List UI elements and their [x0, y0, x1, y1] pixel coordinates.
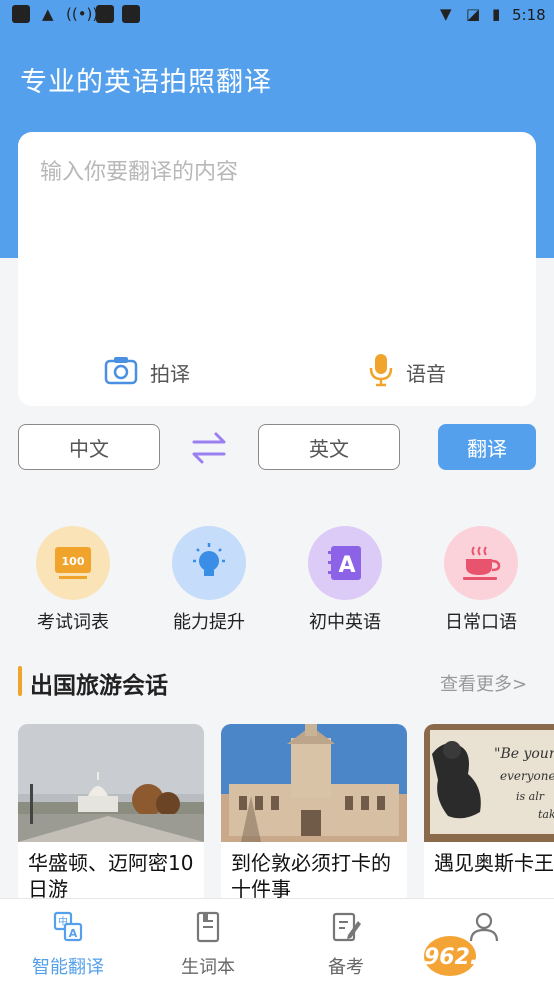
translate-icon: 中 A — [53, 911, 83, 942]
category-daily-speech[interactable]: 日常口语 — [426, 526, 536, 636]
swap-arrows-icon — [192, 432, 226, 464]
nav-tab-exam[interactable]: 备考 — [286, 899, 406, 986]
score-board-icon: 100 — [36, 526, 110, 600]
page-title: 专业的英语拍照翻译 — [20, 67, 272, 98]
source-language-button[interactable]: 中文 — [18, 424, 160, 470]
site-watermark: 962.NET 乐游网 — [424, 936, 529, 986]
svg-text:tak: tak — [538, 808, 554, 821]
section-title: 出国旅游会话 — [30, 673, 168, 699]
category-exam-vocab[interactable]: 100 考试词表 — [18, 526, 128, 636]
travel-card-title: 到伦敦必须打卡的十件事 — [231, 851, 391, 901]
nav-tab-translate[interactable]: 中 A 智能翻译 — [8, 899, 128, 986]
wifi-icon: ▼ — [440, 5, 452, 23]
nav-tab-label: 智能翻译 — [32, 957, 104, 978]
translate-input[interactable] — [40, 154, 510, 314]
microphone-icon — [368, 353, 394, 391]
category-middle-school[interactable]: A 初中英语 — [290, 526, 400, 636]
translate-button[interactable]: 翻译 — [438, 424, 536, 470]
notification-icon-3 — [122, 5, 140, 23]
travel-card[interactable]: 华盛顿、迈阿密10日游 — [18, 724, 204, 924]
translate-card: 拍译 语音 — [18, 132, 536, 406]
light-bulb-icon — [172, 526, 246, 600]
nav-tab-vocab[interactable]: 生词本 — [148, 899, 268, 986]
svg-text:962.NET: 962.NET — [424, 945, 529, 970]
nav-tab-label: 生词本 — [181, 957, 235, 978]
swap-languages-button[interactable] — [188, 428, 230, 468]
voice-translate-label: 语音 — [406, 361, 446, 386]
section-accent-bar — [18, 666, 22, 696]
capitol-building-photo — [18, 724, 204, 842]
svg-text:乐游网: 乐游网 — [480, 969, 522, 986]
category-label: 能力提升 — [173, 612, 245, 633]
svg-text:"Be your: "Be your — [494, 746, 554, 762]
svg-text:everyone: everyone — [500, 769, 554, 783]
svg-text:A: A — [69, 927, 78, 940]
travel-card-title: 华盛顿、迈阿密10日游 — [28, 851, 194, 901]
camera-icon — [104, 355, 138, 389]
coffee-cup-icon — [444, 526, 518, 600]
svg-text:is alr: is alr — [516, 790, 545, 803]
travel-card-title: 遇见奥斯卡王尔德 — [434, 851, 554, 875]
travel-card[interactable]: "Be your everyone is alr tak 遇见奥斯卡王尔德 — [424, 724, 554, 924]
battery-icon: ▮ — [492, 5, 501, 23]
target-language-button[interactable]: 英文 — [258, 424, 400, 470]
travel-card[interactable]: 到伦敦必须打卡的十件事 — [221, 724, 407, 924]
exam-edit-icon — [332, 912, 361, 942]
category-label: 考试词表 — [37, 612, 109, 633]
status-time: 5:18 — [512, 6, 546, 24]
photo-translate-label: 拍译 — [150, 361, 190, 386]
voice-translate-button[interactable]: 语音 — [368, 354, 446, 390]
category-label: 初中英语 — [309, 612, 381, 633]
nav-tab-label: 备考 — [328, 957, 364, 978]
letter-a-book-icon: A — [308, 526, 382, 600]
hotspot-icon: ((•)) — [66, 5, 99, 23]
photo-translate-button[interactable]: 拍译 — [104, 354, 190, 390]
oscar-wilde-statue-photo: "Be your everyone is alr tak — [424, 724, 554, 842]
svg-text:A: A — [338, 553, 355, 578]
london-museum-photo — [221, 724, 407, 842]
android-icon: ▲ — [42, 5, 54, 23]
view-more-link[interactable]: 查看更多> — [440, 670, 527, 696]
category-ability[interactable]: 能力提升 — [154, 526, 264, 636]
notification-icon — [12, 5, 30, 23]
no-signal-icon: ◪ — [466, 5, 481, 23]
svg-text:100: 100 — [62, 555, 85, 568]
status-bar: ▲ ((•)) ▼ ◪ ▮ 5:18 — [0, 0, 554, 30]
notebook-icon — [196, 911, 220, 943]
notification-icon-2 — [96, 5, 114, 23]
category-label: 日常口语 — [445, 612, 517, 633]
